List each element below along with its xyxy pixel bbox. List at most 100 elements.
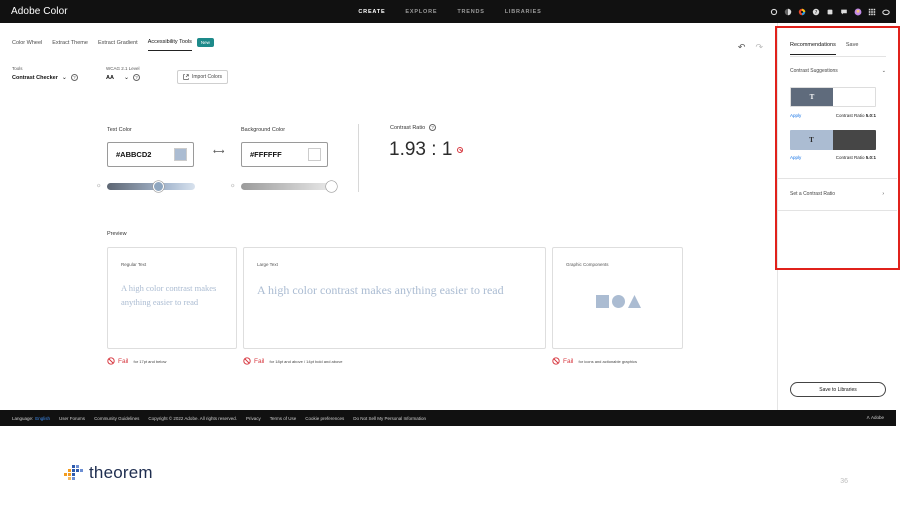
triangle-shape-icon: [628, 295, 641, 308]
adobe-logo[interactable]: Λ Adobe: [867, 415, 884, 421]
contrast-ratio-label-row: Contrast Ratio ?: [390, 124, 437, 131]
footer-link-user-forums[interactable]: User Forums: [59, 416, 85, 421]
preview-regular-text: A high color contrast makes anything eas…: [121, 283, 217, 307]
color-wheel-icon[interactable]: [798, 8, 806, 16]
bg-color-swatch[interactable]: [308, 148, 321, 161]
bg-color-hex: #FFFFFF: [250, 150, 282, 159]
adobe-logo-icon: Λ: [866, 415, 870, 420]
panel-tab-divider: [790, 56, 886, 57]
text-color-hex: #ABBCD2: [116, 150, 152, 159]
nav-trends[interactable]: TRENDS: [457, 9, 484, 15]
save-to-libraries-button[interactable]: Save to Libraries: [790, 382, 886, 397]
tab-accessibility-tools[interactable]: Accessibility Tools: [147, 39, 192, 51]
chevron-down-icon: ⌄: [123, 75, 129, 81]
graphic-shapes: [596, 295, 641, 308]
creative-cloud-icon[interactable]: [882, 8, 890, 16]
fail-label: Fail: [563, 357, 574, 365]
preview-card-graphics: Graphic Components: [552, 247, 683, 349]
notifications-icon[interactable]: [826, 8, 834, 16]
undo-icon[interactable]: ↶: [738, 42, 746, 53]
fail-graphics: Fail for icons and actionable graphics: [552, 357, 637, 365]
footer-link-do-not-sell[interactable]: Do Not Sell My Personal Information: [353, 416, 426, 421]
tools-label: Tools: [12, 66, 23, 71]
fail-note: for icons and actionable graphics: [578, 358, 637, 364]
chat-icon[interactable]: [840, 8, 848, 16]
tab-save[interactable]: Save: [846, 42, 859, 55]
chevron-down-icon: ⌄: [61, 75, 67, 81]
top-icons: ?: [770, 0, 890, 23]
swap-colors-icon[interactable]: ⟷: [213, 147, 224, 156]
wcag-level-select[interactable]: WCAG 2.1 Level AA ⌄ ?: [106, 66, 140, 81]
import-colors-label: Import Colors: [192, 74, 223, 80]
help-icon[interactable]: ?: [132, 74, 140, 81]
nav-libraries[interactable]: LIBRARIES: [505, 9, 542, 15]
apply-link[interactable]: Apply: [790, 155, 801, 160]
tab-recommendations[interactable]: Recommendations: [790, 42, 836, 55]
brand-title[interactable]: Adobe Color: [11, 6, 68, 17]
top-bar: Adobe Color: [0, 0, 896, 23]
preview-large-text: A high color contrast makes anything eas…: [257, 283, 504, 297]
theorem-mark-icon: [64, 465, 83, 480]
square-shape-icon: [596, 295, 609, 308]
chevron-right-icon: ›: [882, 191, 884, 197]
tab-extract-gradient[interactable]: Extract Gradient: [98, 40, 138, 51]
tab-extract-theme[interactable]: Extract Theme: [52, 40, 88, 51]
panel-divider: [778, 178, 897, 179]
screenshot-frame: Adobe Color CREATE EXPLORE TRENDS LIBRAR…: [0, 0, 900, 506]
suggestion-row-2: Apply Contrast Ratio 5.0:1: [790, 155, 876, 160]
set-contrast-ratio-row[interactable]: Set a Contrast Ratio ›: [790, 191, 884, 197]
preview-card-large: Large Text A high color contrast makes a…: [243, 247, 546, 349]
import-colors-button[interactable]: Import Colors: [177, 70, 229, 84]
avatar[interactable]: [854, 8, 862, 16]
bg-slider-handle[interactable]: [326, 181, 337, 192]
text-color-label: Text Color: [107, 127, 132, 133]
fail-regular: Fail for 17pt and below: [107, 357, 166, 365]
preview-card-title: Graphic Components: [566, 262, 609, 267]
contrast-suggestions-header[interactable]: Contrast Suggestions ⌄: [790, 68, 886, 74]
suggestion-text-sample: T: [790, 130, 833, 150]
footer-link-terms[interactable]: Terms of Use: [270, 416, 297, 421]
contrast-ratio-value-row: 1.93 : 1: [389, 139, 464, 161]
page-number: 36: [840, 478, 848, 485]
text-color-swatch[interactable]: [174, 148, 187, 161]
footer-link-community-guidelines[interactable]: Community Guidelines: [94, 416, 139, 421]
nav-create[interactable]: CREATE: [358, 9, 385, 15]
panel-divider: [778, 210, 897, 211]
main-area: Color Wheel Extract Theme Extract Gradie…: [0, 23, 777, 410]
theorem-logo: theorem: [62, 463, 153, 483]
settings-icon[interactable]: [770, 8, 778, 16]
fail-icon: [243, 357, 251, 365]
fail-label: Fail: [254, 357, 265, 365]
help-icon[interactable]: ?: [70, 74, 78, 81]
redo-icon[interactable]: ↷: [755, 42, 763, 53]
footer-link-cookies[interactable]: Cookie preferences: [305, 416, 344, 421]
suggestion-swatch-2[interactable]: T: [790, 130, 876, 150]
tools-tabs: Color Wheel Extract Theme Extract Gradie…: [12, 38, 214, 51]
nav-explore[interactable]: EXPLORE: [405, 9, 437, 15]
fail-note: for 18pt and above / 14pt bold and above: [269, 358, 343, 364]
footer-link-privacy[interactable]: Privacy: [246, 416, 261, 421]
fail-label: Fail: [118, 357, 129, 365]
apply-link[interactable]: Apply: [790, 113, 801, 118]
help-icon[interactable]: ?: [429, 124, 437, 131]
footer-copyright: Copyright © 2022 Adobe. All rights reser…: [148, 415, 237, 421]
bg-brightness-slider[interactable]: [241, 183, 337, 190]
text-slider-handle[interactable]: [152, 181, 164, 192]
wcag-label: WCAG 2.1 Level: [106, 66, 140, 71]
suggestion-text-sample: T: [791, 88, 833, 106]
language-label: Language:: [12, 415, 34, 421]
bg-color-field[interactable]: #FFFFFF: [241, 142, 328, 167]
theme-icon[interactable]: [784, 8, 792, 16]
fail-icon: [457, 147, 464, 153]
tab-color-wheel[interactable]: Color Wheel: [12, 40, 42, 51]
text-color-field[interactable]: #ABBCD2: [107, 142, 194, 167]
language-link[interactable]: English: [35, 416, 50, 421]
tools-select[interactable]: Tools Contrast Checker ⌄ ?: [12, 66, 78, 81]
apps-grid-icon[interactable]: [868, 8, 876, 16]
import-icon: [183, 74, 189, 80]
suggestion-row-1: Apply Contrast Ratio 5.0:1: [790, 113, 876, 118]
help-icon[interactable]: ?: [812, 8, 820, 16]
suggestion-swatch-1[interactable]: T: [790, 87, 876, 107]
text-brightness-slider[interactable]: [107, 183, 195, 190]
preview-card-regular: Regular Text A high color contrast makes…: [107, 247, 237, 349]
